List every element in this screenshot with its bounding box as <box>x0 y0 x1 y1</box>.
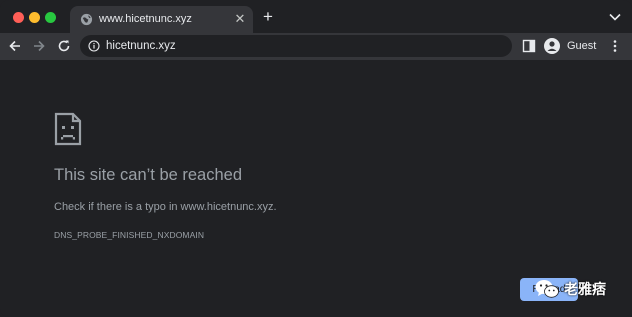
chevron-down-icon[interactable] <box>608 11 622 23</box>
avatar-icon <box>544 38 560 54</box>
toolbar: hicetnunc.xyz Guest <box>0 33 632 60</box>
watermark: 老雅痞 <box>534 275 606 303</box>
window-minimize-button[interactable] <box>29 12 40 23</box>
globe-icon <box>80 13 93 26</box>
error-page: This site can’t be reached Check if ther… <box>0 60 632 317</box>
sad-page-icon <box>54 112 82 146</box>
tab-title: www.hicetnunc.xyz <box>99 13 192 25</box>
new-tab-icon[interactable]: + <box>260 8 276 25</box>
url-text[interactable]: hicetnunc.xyz <box>106 40 176 52</box>
forward-arrow-icon[interactable] <box>31 38 47 54</box>
tab-strip: www.hicetnunc.xyz ✕ + <box>0 0 632 33</box>
browser-tab[interactable]: www.hicetnunc.xyz ✕ <box>70 6 253 33</box>
back-arrow-icon[interactable] <box>7 38 23 54</box>
profile-button[interactable]: Guest <box>544 36 596 56</box>
more-menu-icon[interactable] <box>612 39 618 53</box>
profile-label: Guest <box>567 40 597 52</box>
error-title: This site can’t be reached <box>54 166 243 184</box>
error-code: DNS_PROBE_FINISHED_NXDOMAIN <box>54 230 205 240</box>
side-panel-icon[interactable] <box>522 39 536 53</box>
info-icon[interactable] <box>88 40 100 52</box>
wechat-logo-icon <box>535 280 559 298</box>
reload-icon[interactable] <box>56 38 72 54</box>
address-bar[interactable]: hicetnunc.xyz <box>80 35 512 57</box>
window-maximize-button[interactable] <box>45 12 56 23</box>
close-tab-icon[interactable]: ✕ <box>233 12 247 26</box>
watermark-text: 老雅痞 <box>564 281 606 297</box>
window-close-button[interactable] <box>13 12 24 23</box>
browser-window: www.hicetnunc.xyz ✕ + hicetnunc.xyz Gues… <box>0 0 632 317</box>
error-suggestion: Check if there is a typo in www.hicetnun… <box>54 201 277 213</box>
